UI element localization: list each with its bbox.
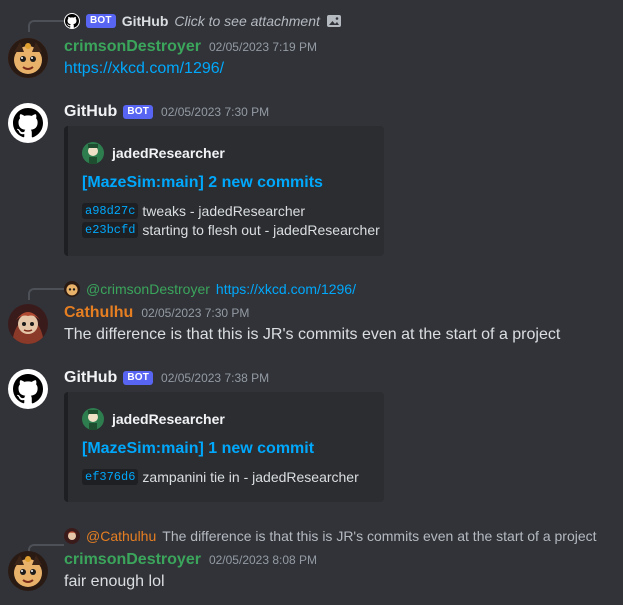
reply-author[interactable]: GitHub [122,13,169,29]
github-icon [65,14,79,28]
reply-connector [28,20,64,32]
username[interactable]: Cathulhu [64,304,133,322]
cathulhu-mini-avatar [64,528,80,544]
cathulhu-avatar-icon [8,304,48,344]
commit-row: a98d27c tweaks - jadedResearcher [82,203,305,219]
github-icon [13,374,43,404]
reply-mention[interactable]: @crimsonDestroyer [86,281,210,297]
reply-preview[interactable]: BOT GitHub Click to see attachment [64,12,342,30]
github-mini-avatar [64,13,80,29]
commit-hash[interactable]: e23bcfd [82,222,139,238]
embed-title[interactable]: [MazeSim:main] 2 new commits [82,174,323,192]
message-header: GitHub BOT 02/05/2023 7:38 PM [64,368,269,388]
avatar-github[interactable] [8,103,48,143]
embed-author[interactable]: jadedResearcher [82,142,225,164]
jr-avatar-icon [82,142,104,164]
jr-avatar-icon [82,408,104,430]
avatar-crimson[interactable] [8,551,48,591]
commit-hash[interactable]: ef376d6 [82,469,139,485]
bot-tag: BOT [86,14,116,28]
reply-text[interactable]: Click to see attachment [174,13,320,29]
github-embed: jadedResearcher [MazeSim:main] 1 new com… [64,392,384,502]
avatar-crimson[interactable] [8,38,48,78]
message-link[interactable]: https://xkcd.com/1296/ [64,60,224,78]
crimson-mini-avatar [64,281,80,297]
embed-author-name[interactable]: jadedResearcher [112,145,225,161]
commit-hash[interactable]: a98d27c [82,203,139,219]
timestamp: 02/05/2023 7:30 PM [141,306,250,320]
username[interactable]: crimsonDestroyer [64,551,201,569]
username[interactable]: GitHub [64,103,117,121]
avatar-cathulhu[interactable] [8,304,48,344]
commit-message: zampanini tie in - jadedResearcher [142,469,359,485]
commit-row: e23bcfd starting to flesh out - jadedRes… [82,222,380,238]
avatar-github[interactable] [8,369,48,409]
github-icon [13,108,43,138]
commit-message: tweaks - jadedResearcher [142,203,306,219]
embed-author-name[interactable]: jadedResearcher [112,411,225,427]
reply-mention[interactable]: @Cathulhu [86,528,156,544]
commit-message: starting to flesh out - jadedResearcher [142,222,380,238]
reply-preview[interactable]: @Cathulhu The difference is that this is… [64,527,597,545]
message-header: crimsonDestroyer 02/05/2023 7:19 PM [64,37,317,57]
reply-preview[interactable]: @crimsonDestroyer https://xkcd.com/1296/ [64,280,356,298]
message-text: fair enough lol [64,573,165,590]
reply-text[interactable]: https://xkcd.com/1296/ [216,281,356,297]
github-embed: jadedResearcher [MazeSim:main] 2 new com… [64,126,384,256]
reply-text[interactable]: The difference is that this is JR's comm… [162,528,596,544]
crimson-avatar-icon [8,551,48,591]
embed-author[interactable]: jadedResearcher [82,408,225,430]
image-icon [326,15,341,27]
timestamp: 02/05/2023 7:19 PM [208,40,318,54]
message-header: crimsonDestroyer 02/05/2023 8:08 PM [64,550,317,570]
message-header: GitHub BOT 02/05/2023 7:30 PM [64,102,269,122]
timestamp: 02/05/2023 8:08 PM [208,553,318,567]
reply-connector [28,288,64,300]
timestamp: 02/05/2023 7:38 PM [161,371,270,385]
username[interactable]: crimsonDestroyer [64,38,201,56]
embed-title[interactable]: [MazeSim:main] 1 new commit [82,440,314,458]
message-text: The difference is that this is JR's comm… [64,326,561,343]
crimson-avatar-icon [8,38,48,78]
username[interactable]: GitHub [64,369,117,387]
commit-row: ef376d6 zampanini tie in - jadedResearch… [82,469,359,485]
bot-tag: BOT [123,105,154,119]
timestamp: 02/05/2023 7:30 PM [161,105,270,119]
bot-tag: BOT [123,371,154,385]
message-header: Cathulhu 02/05/2023 7:30 PM [64,303,249,323]
